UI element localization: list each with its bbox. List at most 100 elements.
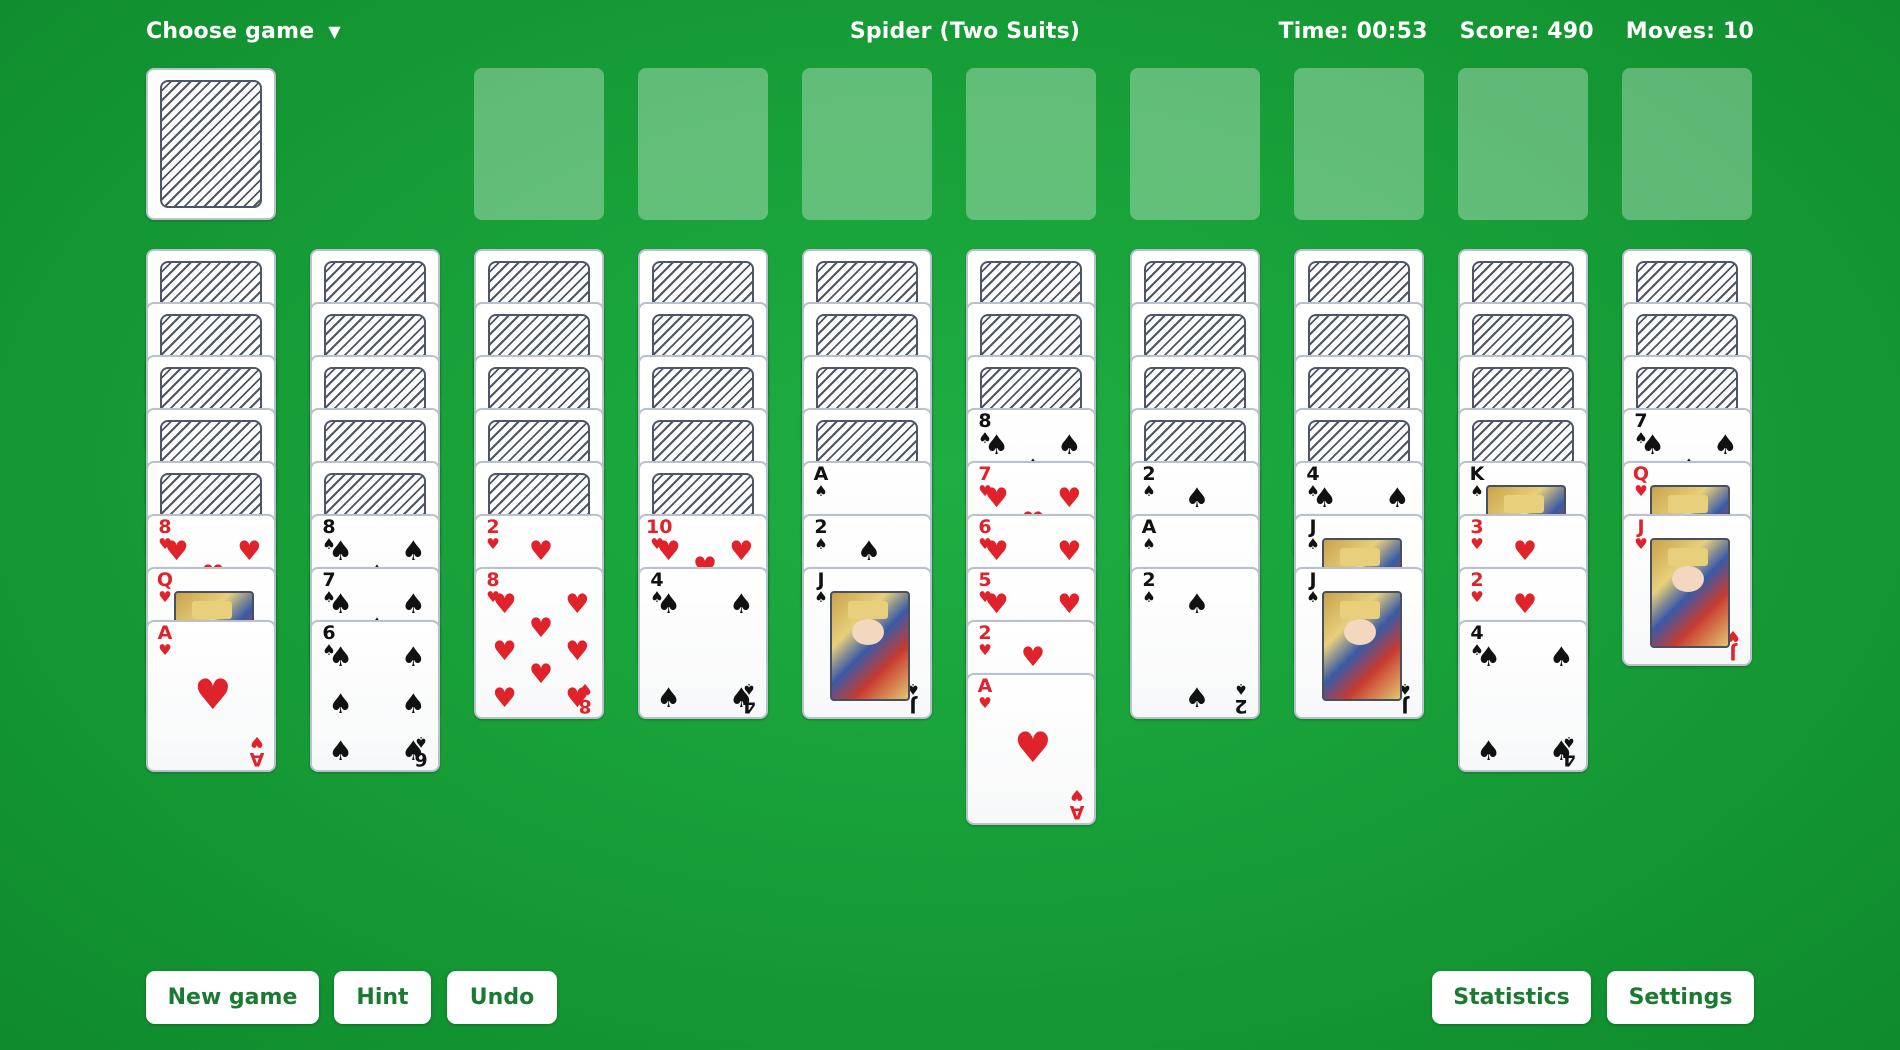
crown-icon [1340,601,1380,619]
heart-icon: ♥ [1470,588,1484,606]
spade-icon: ♠ [1184,483,1210,514]
spade-icon: ♠ [401,689,426,720]
spade-icon: ♠ [328,642,353,673]
spade-icon: ♠ [401,736,426,767]
card-rank: A [1069,801,1085,823]
heart-icon: ♥ [158,641,172,659]
playing-card[interactable]: A ♥ A ♥ ♥ [966,673,1096,825]
score-display: Score: 490 [1459,19,1594,44]
spade-icon: ♠ [1142,482,1156,500]
heart-icon: ♥ [1057,483,1082,514]
card-corner-index: 2♠ [1138,465,1160,499]
heart-icon: ♥ [1020,642,1046,673]
card-corner-index: 2♥ [482,518,504,552]
spade-icon: ♠ [1306,535,1320,553]
card-corner-index: Q♥ [1630,465,1652,499]
card-corner-index: Q♥ [154,571,176,605]
playing-card[interactable]: 4♠4♠♠♠♠♠ [638,567,768,719]
portrait-head [852,619,884,645]
spade-icon: ♠ [856,536,882,567]
spade-icon: ♠ [814,535,828,553]
card-rank: 2 [1234,695,1248,717]
spade-icon: ♠ [656,589,681,620]
foundation-slot [638,68,768,220]
spade-icon: ♠ [814,482,828,500]
playing-card[interactable]: 8♥8♥♥♥♥♥♥♥♥♥ [474,567,604,719]
heart-icon: ♥ [978,641,992,659]
foundation-slot [1458,68,1588,220]
spade-icon: ♠ [1549,736,1574,767]
heart-icon: ♥ [250,733,264,751]
heart-icon: ♥ [1512,589,1538,620]
spade-icon: ♠ [729,589,754,620]
spade-icon: ♠ [1184,683,1210,714]
card-corner-index: J♠ [1302,571,1324,605]
card-rank: J [909,695,917,717]
spade-icon: ♠ [1640,430,1665,461]
moves-display: Moves: 10 [1625,19,1754,44]
heart-icon: ♥ [492,683,517,714]
playing-card[interactable]: 4♠4♠♠♠♠♠ [1458,620,1588,772]
card-corner-index: 3♥ [1466,518,1488,552]
time-display: Time: 00:53 [1278,19,1428,44]
spade-icon: ♠ [401,642,426,673]
spade-icon: ♠ [1312,483,1337,514]
playing-card[interactable]: 6 ♠ 6 ♠ ♠ ♠ ♠ ♠ ♠ ♠ [310,620,440,772]
card-corner-index: 2♠ [810,518,832,552]
crown-icon [1668,495,1708,513]
heart-icon: ♥ [492,589,517,620]
spade-icon: ♠ [1470,482,1484,500]
new-game-button[interactable]: New game [146,971,319,1024]
top-bar: Choose game ▼ Spider (Two Suits) Time: 0… [0,0,1900,70]
spade-icon: ♠ [1142,535,1156,553]
card-corner-index: A ♥ [154,624,176,658]
playing-card[interactable]: J♠J♠ [1294,567,1424,719]
card-corner-index: J ♥ [1630,518,1652,552]
playing-card[interactable]: A ♥ A ♥ ♥ [146,620,276,772]
heart-icon: ♥ [1057,536,1082,567]
heart-icon: ♥ [1470,535,1484,553]
foundation-slot [966,68,1096,220]
hint-button[interactable]: Hint [334,971,431,1024]
spade-icon: ♠ [1476,736,1501,767]
heart-icon: ♥ [565,589,590,620]
card-corner-index: 2♥ [1466,571,1488,605]
crown-icon [1668,548,1708,566]
portrait-head [1672,566,1704,592]
playing-card[interactable]: J ♥ J ♥ [1622,514,1752,666]
heart-icon: ♥ [984,589,1009,620]
card-corner-index: A ♥ [246,733,268,770]
heart-icon: ♥ [164,536,189,567]
game-stats: Time: 00:53 Score: 490 Moves: 10 [1279,19,1754,44]
face-card-portrait [1322,591,1402,701]
spade-icon: ♠ [1184,589,1210,620]
undo-button[interactable]: Undo [447,971,557,1024]
foundation-slot [1294,68,1424,220]
spade-icon: ♠ [1713,430,1738,461]
heart-icon: ♥ [528,613,554,644]
face-card-portrait [830,591,910,701]
spade-icon: ♠ [401,589,426,620]
stock-pile[interactable] [146,68,276,220]
heart-icon: ♥ [528,659,554,690]
spade-icon: ♠ [328,589,353,620]
playing-card[interactable]: 2♠2♠♠♠ [1130,567,1260,719]
heart-icon: ♥ [1512,536,1538,567]
card-corner-index: A♠ [1138,518,1160,552]
portrait-head [1344,619,1376,645]
heart-icon: ♥ [1057,589,1082,620]
spade-icon: ♠ [401,536,426,567]
playing-card[interactable]: J♠J♠ [802,567,932,719]
card-corner-index: K♠ [1466,465,1488,499]
crown-icon [192,601,232,619]
foundation-slot [1622,68,1752,220]
statistics-button[interactable]: Statistics [1432,971,1591,1024]
card-corner-index: A♠ [810,465,832,499]
heart-icon: ♥ [984,483,1009,514]
card-back-pattern [160,80,262,208]
spade-icon: ♠ [656,683,681,714]
heart-icon: ♥ [158,588,172,606]
settings-button[interactable]: Settings [1607,971,1754,1024]
spade-icon: ♠ [729,683,754,714]
spade-icon: ♠ [1549,642,1574,673]
